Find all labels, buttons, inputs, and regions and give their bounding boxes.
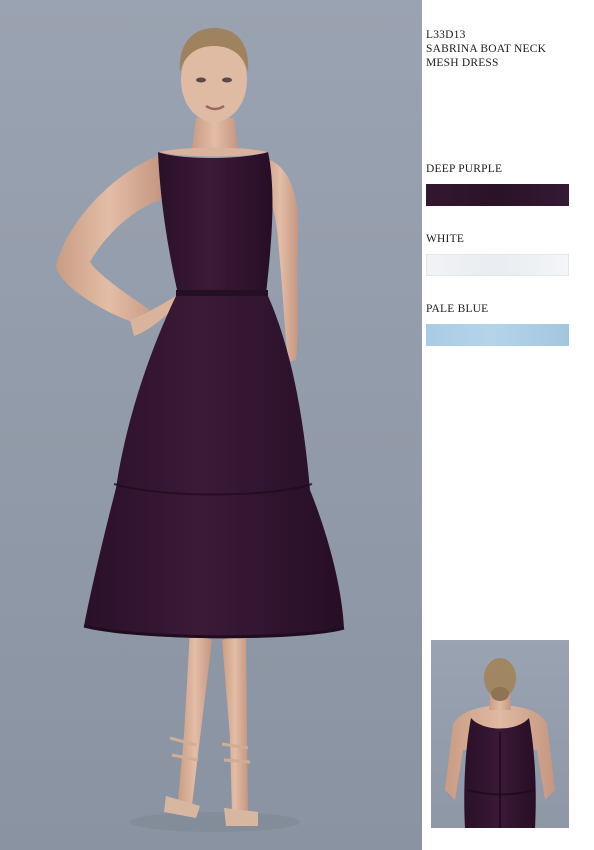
colour-swatch-deep-purple[interactable]: [426, 184, 569, 206]
style-name-line1: SABRINA BOAT NECK: [426, 43, 547, 55]
colour-option-white[interactable]: WHITE: [426, 232, 569, 276]
main-product-photo: [0, 0, 422, 850]
back-view-photo[interactable]: [431, 640, 569, 828]
colour-label: PALE BLUE: [426, 303, 489, 315]
style-code: L33D13: [426, 29, 466, 41]
model-front-illustration: [56, 28, 345, 832]
colour-option-pale-blue[interactable]: PALE BLUE: [426, 302, 569, 346]
product-info: L33D13 SABRINA BOAT NECK MESH DRESS: [426, 28, 576, 70]
colour-swatch-pale-blue[interactable]: [426, 324, 569, 346]
style-name-line2: MESH DRESS: [426, 57, 499, 69]
model-back-illustration: [445, 658, 555, 828]
colour-label: WHITE: [426, 233, 465, 245]
colour-swatch-white[interactable]: [426, 254, 569, 276]
colour-label: DEEP PURPLE: [426, 163, 503, 175]
colour-option-deep-purple[interactable]: DEEP PURPLE: [426, 162, 569, 206]
